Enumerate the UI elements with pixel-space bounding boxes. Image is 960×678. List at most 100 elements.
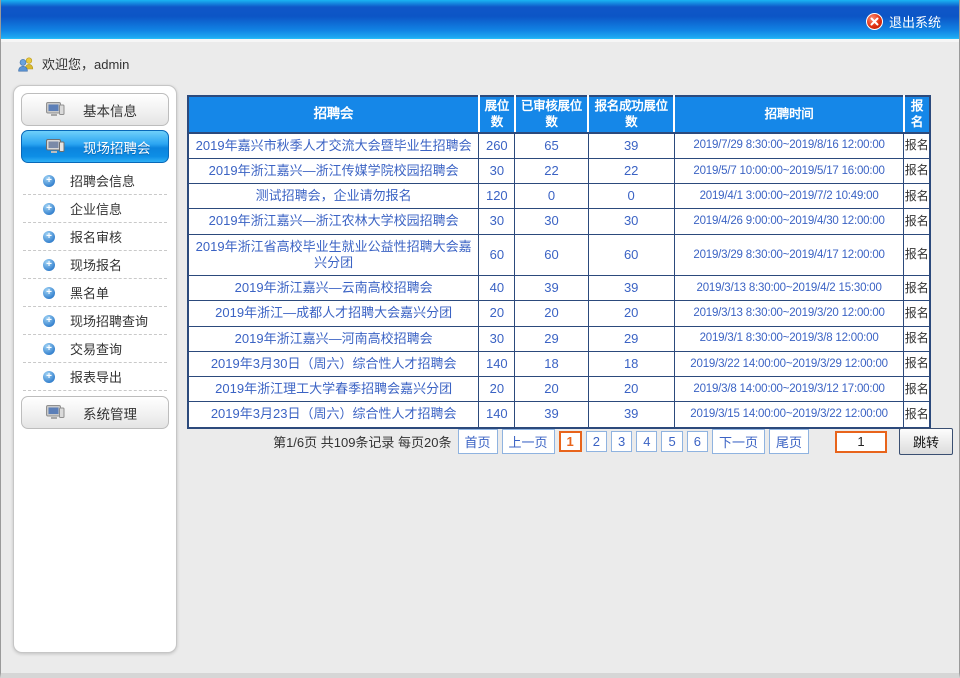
registered-count: 18	[588, 351, 674, 376]
register-link[interactable]: 报名	[904, 276, 930, 301]
registered-count: 39	[588, 133, 674, 159]
recruit-time: 2019/4/1 3:00:00~2019/7/2 10:49:00	[674, 184, 904, 209]
approved-count: 0	[515, 184, 588, 209]
register-link[interactable]: 报名	[904, 301, 930, 326]
registered-count: 60	[588, 234, 674, 276]
table-row: 2019年嘉兴市秋季人才交流大会暨毕业生招聘会26065392019/7/29 …	[188, 133, 930, 159]
page-input[interactable]	[835, 431, 887, 453]
next-page-button[interactable]: 下一页	[712, 429, 765, 454]
last-page-button[interactable]: 尾页	[769, 429, 809, 454]
recruit-time: 2019/3/8 14:00:00~2019/3/12 17:00:00	[674, 377, 904, 402]
booth-count: 30	[479, 209, 515, 234]
sidebar-item-basic-info[interactable]: 基本信息	[21, 93, 169, 126]
sidebar-subitem[interactable]: + 现场招聘查询	[23, 307, 167, 335]
table-body: 2019年嘉兴市秋季人才交流大会暨毕业生招聘会26065392019/7/29 …	[188, 133, 930, 428]
register-link[interactable]: 报名	[904, 326, 930, 351]
sidebar-subitem[interactable]: +企业信息	[23, 195, 167, 223]
fair-name: 2019年浙江嘉兴—河南高校招聘会	[188, 326, 479, 351]
monitor-icon	[46, 405, 65, 420]
sidebar-subitem-label: 交易查询	[70, 339, 122, 358]
recruit-time: 2019/3/29 8:30:00~2019/4/17 12:00:00	[674, 234, 904, 276]
booth-count: 20	[479, 377, 515, 402]
booth-count: 20	[479, 301, 515, 326]
register-link[interactable]: 报名	[904, 209, 930, 234]
booth-count: 30	[479, 326, 515, 351]
approved-count: 39	[515, 276, 588, 301]
table-row: 2019年浙江省高校毕业生就业公益性招聘大会嘉兴分团6060602019/3/2…	[188, 234, 930, 276]
register-link[interactable]: 报名	[904, 184, 930, 209]
fair-name: 2019年3月23日（周六）综合性人才招聘会	[188, 402, 479, 428]
logout-button[interactable]: 退出系统	[866, 0, 941, 42]
fair-name: 2019年浙江嘉兴—浙江农林大学校园招聘会	[188, 209, 479, 234]
pagination-summary: 第1/6页 共109条记录 每页20条	[273, 432, 451, 451]
fair-name: 2019年浙江嘉兴—浙江传媒学院校园招聘会	[188, 158, 479, 183]
sidebar-subitem[interactable]: +报表导出	[23, 363, 167, 391]
plus-icon: +	[43, 287, 55, 299]
registered-count: 30	[588, 209, 674, 234]
sidebar-subitem-label: 现场招聘查询	[70, 311, 148, 330]
table-row: 2019年浙江嘉兴—河南高校招聘会3029292019/3/1 8:30:00~…	[188, 326, 930, 351]
registered-count: 20	[588, 377, 674, 402]
page-number-button[interactable]: 5	[661, 431, 682, 452]
sidebar-subitem[interactable]: +招聘会信息	[23, 167, 167, 195]
plus-icon: +	[43, 259, 55, 271]
fair-name: 测试招聘会，企业请勿报名	[188, 184, 479, 209]
page-number-list: 123456	[559, 431, 708, 452]
table-row: 2019年浙江—成都人才招聘大会嘉兴分团2020202019/3/13 8:30…	[188, 301, 930, 326]
recruit-time: 2019/3/22 14:00:00~2019/3/29 12:00:00	[674, 351, 904, 376]
sidebar-subitem[interactable]: +现场报名	[23, 251, 167, 279]
recruit-time: 2019/4/26 9:00:00~2019/4/30 12:00:00	[674, 209, 904, 234]
approved-count: 30	[515, 209, 588, 234]
booth-count: 140	[479, 402, 515, 428]
table-row: 测试招聘会，企业请勿报名120002019/4/1 3:00:00~2019/7…	[188, 184, 930, 209]
topbar: 退出系统	[1, 0, 959, 42]
page-number-button[interactable]: 2	[586, 431, 607, 452]
recruit-time: 2019/3/13 8:30:00~2019/3/20 12:00:00	[674, 301, 904, 326]
sidebar-subitem[interactable]: + 交易查询	[23, 335, 167, 363]
table-row: 2019年浙江嘉兴—云南高校招聘会4039392019/3/13 8:30:00…	[188, 276, 930, 301]
plus-icon: +	[43, 175, 55, 187]
page-number-button[interactable]: 6	[687, 431, 708, 452]
fair-name: 2019年浙江理工大学春季招聘会嘉兴分团	[188, 377, 479, 402]
registered-count: 0	[588, 184, 674, 209]
plus-icon: +	[43, 315, 55, 327]
current-page-button[interactable]: 1	[559, 431, 582, 452]
registered-count: 22	[588, 158, 674, 183]
page-number-button[interactable]: 3	[611, 431, 632, 452]
job-fair-table: 招聘会展位数已审核展位数报名成功展位数招聘时间报名 2019年嘉兴市秋季人才交流…	[187, 95, 931, 429]
sidebar-item-system-management[interactable]: 系统管理	[21, 396, 169, 429]
main-content: 招聘会展位数已审核展位数报名成功展位数招聘时间报名 2019年嘉兴市秋季人才交流…	[187, 95, 931, 429]
sidebar-subitem-label: 黑名单	[70, 283, 109, 302]
jump-button[interactable]: 跳转	[899, 428, 953, 455]
sidebar-subitem-label: 报表导出	[70, 367, 122, 386]
table-header-row: 招聘会展位数已审核展位数报名成功展位数招聘时间报名	[188, 96, 930, 133]
fair-name: 2019年嘉兴市秋季人才交流大会暨毕业生招聘会	[188, 133, 479, 159]
table-row: 2019年浙江理工大学春季招聘会嘉兴分团2020202019/3/8 14:00…	[188, 377, 930, 402]
logout-label: 退出系统	[889, 12, 941, 31]
table-row: 2019年3月23日（周六）综合性人才招聘会14039392019/3/15 1…	[188, 402, 930, 428]
table-row: 2019年3月30日（周六）综合性人才招聘会14018182019/3/22 1…	[188, 351, 930, 376]
sidebar-item-label: 现场招聘会	[83, 137, 151, 157]
plus-icon: +	[43, 343, 55, 355]
booth-count: 120	[479, 184, 515, 209]
prev-page-button[interactable]: 上一页	[502, 429, 555, 454]
approved-count: 29	[515, 326, 588, 351]
register-link[interactable]: 报名	[904, 351, 930, 376]
booth-count: 30	[479, 158, 515, 183]
sidebar-subitem[interactable]: + 黑名单	[23, 279, 167, 307]
sidebar-subitem-label: 企业信息	[70, 199, 122, 218]
table-row: 2019年浙江嘉兴—浙江农林大学校园招聘会3030302019/4/26 9:0…	[188, 209, 930, 234]
register-link[interactable]: 报名	[904, 377, 930, 402]
register-link[interactable]: 报名	[904, 158, 930, 183]
registered-count: 29	[588, 326, 674, 351]
first-page-button[interactable]: 首页	[458, 429, 498, 454]
register-link[interactable]: 报名	[904, 133, 930, 159]
page-number-button[interactable]: 4	[636, 431, 657, 452]
column-header: 已审核展位数	[515, 96, 588, 133]
table-row: 2019年浙江嘉兴—浙江传媒学院校园招聘会3022222019/5/7 10:0…	[188, 158, 930, 183]
register-link[interactable]: 报名	[904, 402, 930, 428]
sidebar-subitem[interactable]: +报名审核	[23, 223, 167, 251]
sidebar-item-onsite-fair[interactable]: 现场招聘会	[21, 130, 169, 163]
register-link[interactable]: 报名	[904, 234, 930, 276]
monitor-icon	[46, 102, 65, 117]
